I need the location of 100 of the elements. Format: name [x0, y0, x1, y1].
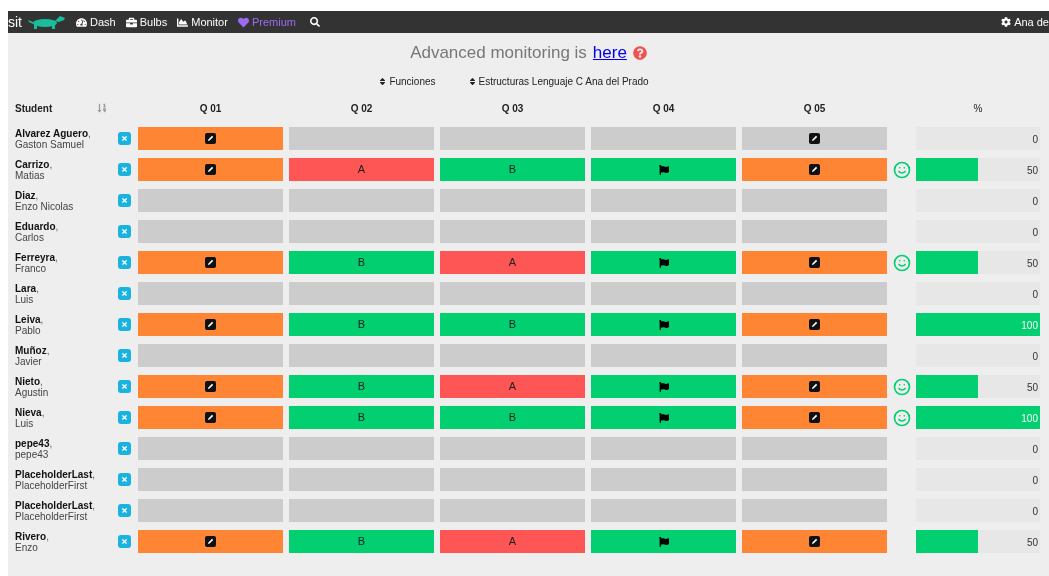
answer-cell[interactable] — [742, 437, 887, 460]
remove-button[interactable] — [118, 349, 131, 362]
answer-cell[interactable]: A — [440, 251, 585, 274]
answer-cell[interactable] — [591, 375, 736, 398]
answer-cell[interactable] — [591, 313, 736, 336]
answer-cell[interactable] — [591, 530, 736, 553]
answer-cell[interactable]: B — [289, 406, 434, 429]
answer-cell[interactable] — [138, 344, 283, 367]
remove-button[interactable] — [118, 318, 131, 331]
remove-button[interactable] — [118, 473, 131, 486]
answer-cell[interactable]: B — [289, 375, 434, 398]
answer-cell[interactable] — [591, 189, 736, 212]
answer-cell[interactable] — [742, 344, 887, 367]
answer-cell[interactable] — [591, 468, 736, 491]
remove-button[interactable] — [118, 535, 131, 548]
answer-cell[interactable] — [289, 220, 434, 243]
remove-button[interactable] — [118, 225, 131, 238]
answer-cell[interactable] — [138, 220, 283, 243]
sort-icon — [467, 76, 477, 86]
answer-cell[interactable] — [591, 437, 736, 460]
answer-cell[interactable] — [591, 344, 736, 367]
answer-cell[interactable] — [289, 282, 434, 305]
help-icon[interactable] — [632, 46, 647, 60]
answer-cell[interactable] — [138, 127, 283, 150]
answer-cell[interactable]: B — [440, 313, 585, 336]
answer-cell[interactable] — [138, 313, 283, 336]
answer-cell[interactable]: B — [289, 313, 434, 336]
remove-button[interactable] — [118, 132, 131, 145]
answer-cell[interactable] — [591, 499, 736, 522]
answer-cell[interactable] — [591, 251, 736, 274]
remove-button[interactable] — [118, 411, 131, 424]
answer-cell[interactable] — [591, 282, 736, 305]
answer-cell[interactable] — [742, 530, 887, 553]
remove-button[interactable] — [118, 287, 131, 300]
answer-cell[interactable]: B — [289, 530, 434, 553]
remove-button[interactable] — [118, 380, 131, 393]
answer-cell[interactable] — [742, 251, 887, 274]
sort-numeric-icon[interactable] — [97, 103, 107, 113]
answer-cell[interactable] — [742, 127, 887, 150]
close-icon — [121, 259, 128, 266]
answer-cell[interactable] — [591, 127, 736, 150]
answer-cell[interactable] — [742, 468, 887, 491]
answer-cell[interactable] — [138, 406, 283, 429]
answer-cell[interactable] — [742, 499, 887, 522]
answer-cell[interactable] — [138, 158, 283, 181]
answer-cell[interactable] — [742, 158, 887, 181]
answer-cell[interactable] — [138, 251, 283, 274]
answer-cell[interactable] — [289, 189, 434, 212]
answer-cell[interactable] — [742, 189, 887, 212]
answer-cell[interactable] — [138, 189, 283, 212]
answer-cell[interactable]: B — [289, 251, 434, 274]
remove-button[interactable] — [118, 504, 131, 517]
answer-cell[interactable]: B — [440, 158, 585, 181]
answer-cell[interactable] — [742, 406, 887, 429]
answer-cell[interactable] — [440, 282, 585, 305]
answer-cell[interactable] — [138, 530, 283, 553]
answer-cell[interactable] — [289, 437, 434, 460]
brand-text[interactable]: sit — [8, 11, 22, 33]
answer-cell[interactable] — [742, 282, 887, 305]
here-link[interactable]: here — [592, 40, 627, 66]
search-icon[interactable] — [309, 17, 320, 27]
remove-button[interactable] — [118, 256, 131, 269]
answer-cell[interactable] — [742, 375, 887, 398]
answer-cell[interactable] — [440, 499, 585, 522]
answer-cell[interactable] — [289, 344, 434, 367]
edit-icon — [809, 319, 820, 330]
answer-cell[interactable]: A — [440, 375, 585, 398]
sort-toggle[interactable]: Estructuras Lenguaje C Ana del Prado — [467, 73, 649, 89]
answer-cell[interactable] — [440, 468, 585, 491]
remove-button[interactable] — [118, 194, 131, 207]
answer-cell[interactable] — [138, 282, 283, 305]
answer-cell[interactable] — [742, 313, 887, 336]
answer-cell[interactable] — [289, 127, 434, 150]
answer-cell[interactable] — [591, 220, 736, 243]
nav-link[interactable]: Bulbs — [125, 13, 168, 31]
nav-link[interactable]: Dash — [76, 13, 116, 31]
answer-cell[interactable] — [440, 437, 585, 460]
answer-cell[interactable] — [289, 499, 434, 522]
answer-cell[interactable] — [289, 468, 434, 491]
answer-cell[interactable] — [440, 220, 585, 243]
answer-cell[interactable] — [591, 406, 736, 429]
remove-button[interactable] — [118, 163, 131, 176]
nav-link[interactable]: Monitor — [177, 13, 228, 31]
answer-cell[interactable] — [440, 344, 585, 367]
answer-cell[interactable]: B — [440, 406, 585, 429]
answer-cell[interactable] — [138, 375, 283, 398]
sort-toggle[interactable]: Funciones — [378, 73, 436, 89]
answer-cell[interactable]: A — [440, 530, 585, 553]
answer-cell[interactable] — [591, 158, 736, 181]
answer-cell[interactable] — [440, 189, 585, 212]
user-menu[interactable]: Ana de — [1001, 13, 1049, 31]
nav-link[interactable]: Premium — [237, 13, 296, 31]
answer-cell[interactable] — [440, 127, 585, 150]
remove-button[interactable] — [118, 442, 131, 455]
answer-cell[interactable] — [138, 437, 283, 460]
answer-cell[interactable] — [138, 499, 283, 522]
student-first-name: Matias — [15, 169, 46, 181]
answer-cell[interactable] — [742, 220, 887, 243]
answer-cell[interactable]: A — [289, 158, 434, 181]
answer-cell[interactable] — [138, 468, 283, 491]
